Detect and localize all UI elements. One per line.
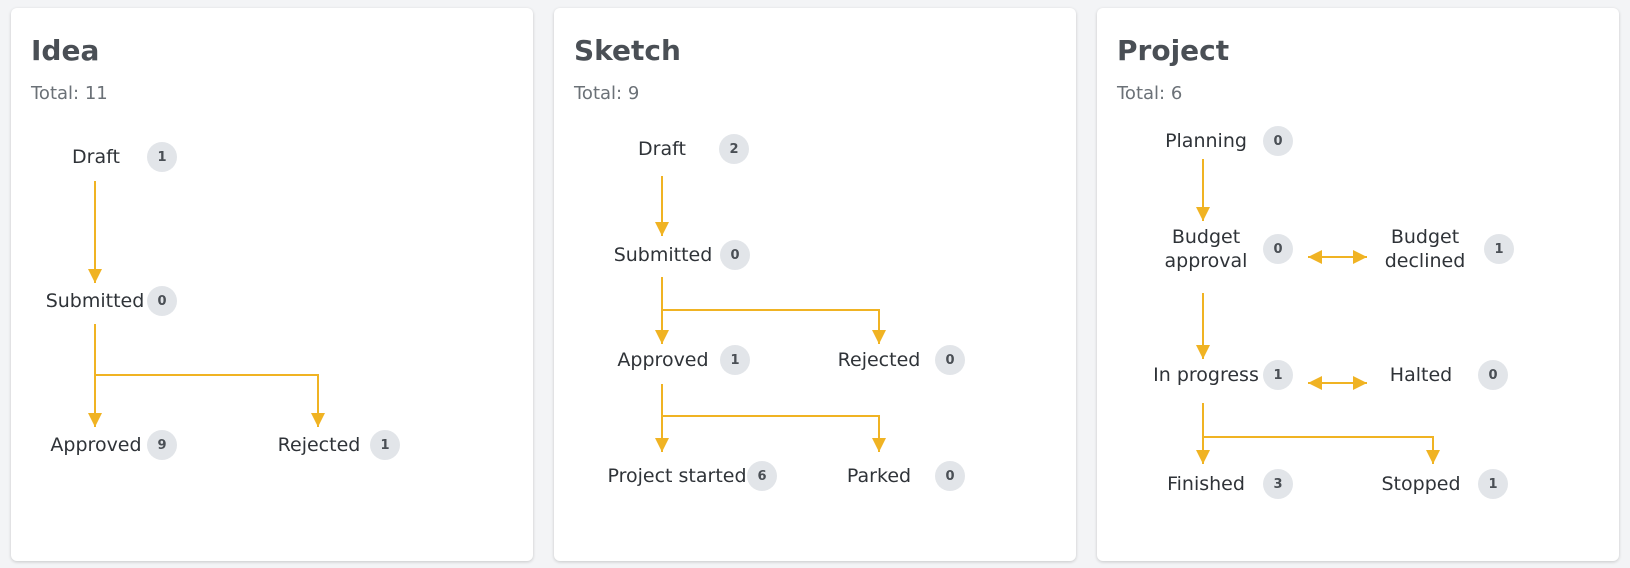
count-badge: 0 [1263,234,1293,264]
count-badge: 0 [935,461,965,491]
count-badge: 3 [1263,469,1293,499]
card-title: Project [1117,34,1230,67]
card-title: Idea [31,34,100,67]
connector-submitted-rejected [95,374,325,427]
node-halted: Halted [1389,364,1453,386]
node-submitted: Submitted [45,290,145,312]
node-approved: Approved [50,434,142,456]
node-draft: Draft [72,146,120,168]
node-parked: Parked [846,465,912,487]
card-project: Project Total: 6 Planning 0 Budget appro… [1097,8,1619,561]
node-rejected: Rejected [837,349,921,371]
total-label: Total: [574,83,623,104]
node-in-progress: In progress [1153,364,1259,386]
count-badge: 1 [1263,360,1293,390]
node-budget-approval: Budget approval [1164,226,1248,272]
count-badge: 2 [719,134,749,164]
node-budget-declined: Budget declined [1384,226,1466,272]
connector-in-progress-stopped [1203,436,1440,464]
connector-submitted-rejected [662,309,886,344]
node-approved: Approved [617,349,709,371]
card-total: Total: 6 [1117,83,1182,104]
node-stopped: Stopped [1381,473,1461,495]
count-badge: 9 [147,430,177,460]
total-value: 6 [1170,83,1183,104]
connector-approved-parked [662,415,886,452]
card-sketch: Sketch Total: 9 Draft 2 Submitted 0 Appr… [554,8,1076,561]
node-submitted: Submitted [613,244,713,266]
total-label: Total: [31,83,80,104]
count-badge: 1 [370,430,400,460]
count-badge: 1 [1478,469,1508,499]
node-rejected: Rejected [277,434,361,456]
count-badge: 6 [747,461,777,491]
count-badge: 0 [1263,126,1293,156]
card-title: Sketch [574,34,681,67]
count-badge: 1 [1484,234,1514,264]
count-badge: 0 [935,345,965,375]
card-total: Total: 9 [574,83,639,104]
count-badge: 1 [720,345,750,375]
node-finished: Finished [1167,473,1245,495]
node-draft: Draft [638,138,686,160]
count-badge: 0 [1478,360,1508,390]
node-planning: Planning [1165,130,1247,152]
card-idea: Idea Total: 11 Draft 1 Submitted 0 Appro… [11,8,533,561]
total-label: Total: [1117,83,1166,104]
total-value: 11 [84,83,108,104]
count-badge: 0 [720,240,750,270]
node-project-started: Project started [607,465,747,487]
count-badge: 0 [147,286,177,316]
total-value: 9 [627,83,640,104]
count-badge: 1 [147,142,177,172]
card-total: Total: 11 [31,83,108,104]
